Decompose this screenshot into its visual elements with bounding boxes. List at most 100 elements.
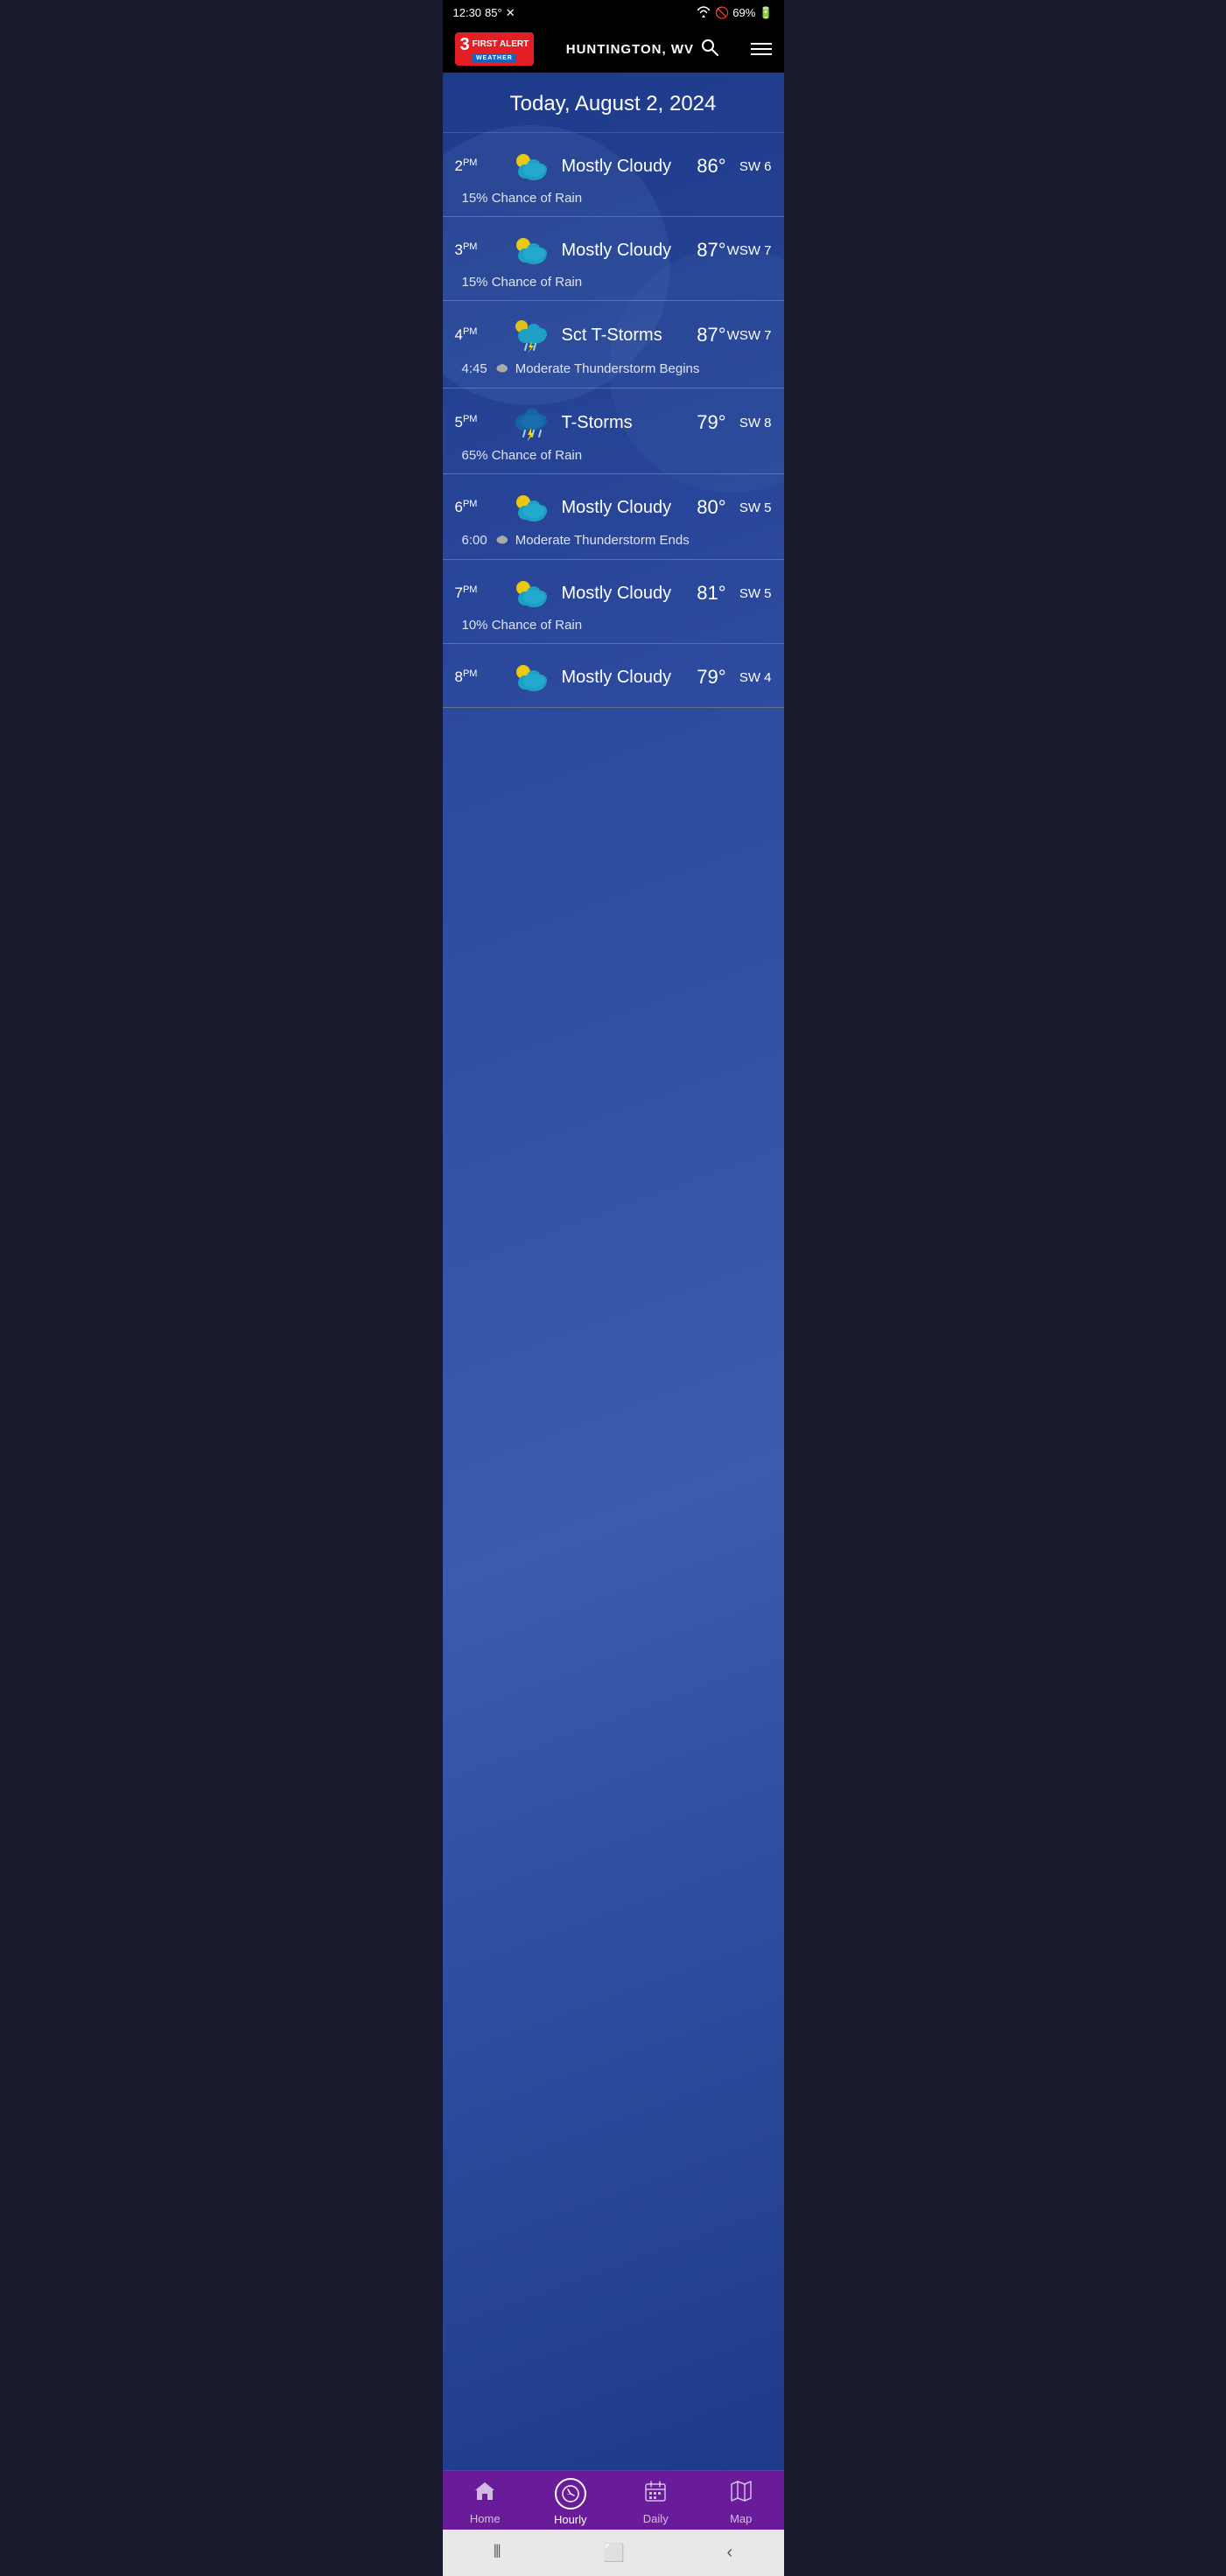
- icon-col-4: [502, 488, 558, 527]
- system-nav: ⦀ ⬜ ‹: [443, 2530, 784, 2576]
- temp-col-1: 87°: [674, 239, 726, 262]
- nav-hourly[interactable]: Hourly: [540, 2478, 601, 2526]
- icon-col-1: [502, 231, 558, 270]
- sub-time-4: 6:00: [462, 533, 487, 548]
- icon-col-3: [502, 402, 558, 443]
- condition-col-4: Mostly Cloudy: [558, 498, 674, 518]
- logo-first-alert: FIRST ALERT: [473, 40, 529, 49]
- sub-row-4: 6:00 Moderate Thunderstorm Ends: [455, 532, 772, 549]
- app-logo: 3 FIRST ALERT WEATHER: [455, 32, 535, 66]
- home-button[interactable]: ⬜: [603, 2542, 625, 2564]
- logo-number: 3: [460, 36, 470, 53]
- wind-col-1: WSW 7: [726, 243, 772, 258]
- time-col-4: 6PM: [455, 499, 502, 516]
- nav-home-label: Home: [470, 2512, 501, 2525]
- icon-col-5: [502, 574, 558, 612]
- hourly-row-5: 7PM Mostly Cloudy81°SW 510% Chance of Ra…: [443, 560, 784, 644]
- hourly-list: 2PM Mostly Cloudy86°SW 615% Chance of Ra…: [443, 133, 784, 708]
- logo-weather: WEATHER: [473, 54, 516, 62]
- wind-col-2: WSW 7: [726, 328, 772, 343]
- time-hour-5: 7: [455, 584, 463, 601]
- time-ampm-5: PM: [463, 584, 478, 595]
- time-hour-0: 2: [455, 158, 463, 174]
- icon-col-6: [502, 658, 558, 696]
- hourly-row-2: 4PM Sct T-Storms87°WSW 7 4:45 Moderate Thu…: [443, 301, 784, 388]
- temp-col-4: 80°: [674, 496, 726, 519]
- sub-row-3: 65% Chance of Rain: [455, 448, 772, 463]
- time-ampm-2: PM: [463, 326, 478, 337]
- time-ampm-4: PM: [463, 499, 478, 509]
- sub-text-1: 15% Chance of Rain: [462, 275, 583, 290]
- sub-row-1: 15% Chance of Rain: [455, 275, 772, 290]
- condition-col-1: Mostly Cloudy: [558, 241, 674, 261]
- sub-text-5: 10% Chance of Rain: [462, 618, 583, 633]
- time-col-2: 4PM: [455, 326, 502, 344]
- wind-col-0: SW 6: [726, 159, 772, 174]
- hourly-row-6: 8PM Mostly Cloudy79°SW 4: [443, 644, 784, 708]
- sub-row-2: 4:45 Moderate Thunderstorm Begins: [455, 360, 772, 377]
- time-hour-4: 6: [455, 499, 463, 515]
- condition-col-5: Mostly Cloudy: [558, 584, 674, 604]
- battery-icon: 🔋: [759, 6, 773, 20]
- sub-text-0: 15% Chance of Rain: [462, 191, 583, 206]
- sub-text-3: 65% Chance of Rain: [462, 448, 583, 463]
- time-ampm-6: PM: [463, 668, 478, 679]
- time-hour-1: 3: [455, 242, 463, 258]
- hourly-row-3: 5PM T-Storms79°SW 8 65% Chance of Rain: [443, 388, 784, 474]
- time-col-0: 2PM: [455, 158, 502, 175]
- status-temp: 85°: [485, 6, 502, 19]
- search-icon[interactable]: [701, 38, 718, 60]
- status-x-icon: ✕: [506, 6, 515, 20]
- time-hour-6: 8: [455, 668, 463, 685]
- location-text: HUNTINGTON, WV: [566, 42, 694, 57]
- hourly-row-1: 3PM Mostly Cloudy87°WSW 7 15% Chance of R…: [443, 217, 784, 301]
- home-icon: [473, 2480, 496, 2509]
- condition-col-3: T-Storms: [558, 413, 674, 433]
- sub-row-0: 15% Chance of Rain: [455, 191, 772, 206]
- nav-daily[interactable]: Daily: [625, 2480, 686, 2525]
- sub-alert-icon-4: [494, 532, 508, 549]
- condition-col-0: Mostly Cloudy: [558, 157, 674, 177]
- status-bar: 12:30 85° ✕ 🚫 69% 🔋: [443, 0, 784, 25]
- temp-col-3: 79°: [674, 411, 726, 434]
- temp-col-0: 86°: [674, 155, 726, 178]
- menu-button[interactable]: [751, 43, 772, 55]
- map-icon: [730, 2480, 753, 2509]
- wifi-icon: [696, 5, 711, 20]
- status-time: 12:30: [453, 6, 482, 19]
- temp-col-6: 79°: [674, 666, 726, 689]
- recent-apps-button[interactable]: ⦀: [494, 2543, 501, 2563]
- sub-time-2: 4:45: [462, 361, 487, 376]
- battery-pct: 69%: [732, 6, 755, 19]
- time-ampm-3: PM: [463, 414, 478, 424]
- time-col-1: 3PM: [455, 242, 502, 259]
- bottom-nav: Home Hourly D: [443, 2470, 784, 2530]
- nav-map[interactable]: Map: [711, 2480, 772, 2525]
- time-col-5: 7PM: [455, 584, 502, 602]
- condition-col-6: Mostly Cloudy: [558, 668, 674, 688]
- time-col-3: 5PM: [455, 414, 502, 431]
- no-disturb-icon: 🚫: [715, 6, 729, 20]
- sub-alert-icon-2: [494, 360, 508, 377]
- icon-col-2: [502, 315, 558, 355]
- main-content: Today, August 2, 2024 2PM Mostly Cloudy8…: [443, 73, 784, 2470]
- back-button[interactable]: ‹: [727, 2543, 733, 2563]
- daily-icon: [644, 2480, 667, 2509]
- wind-col-5: SW 5: [726, 586, 772, 601]
- nav-home[interactable]: Home: [454, 2480, 515, 2525]
- time-hour-3: 5: [455, 414, 463, 430]
- time-ampm-1: PM: [463, 242, 478, 252]
- condition-col-2: Sct T-Storms: [558, 326, 674, 346]
- sub-row-5: 10% Chance of Rain: [455, 618, 772, 633]
- status-left: 12:30 85° ✕: [453, 6, 515, 20]
- wind-col-4: SW 5: [726, 500, 772, 515]
- app-header: 3 FIRST ALERT WEATHER HUNTINGTON, WV: [443, 25, 784, 73]
- wind-col-3: SW 8: [726, 416, 772, 430]
- temp-col-2: 87°: [674, 324, 726, 346]
- time-col-6: 8PM: [455, 668, 502, 686]
- header-location: HUNTINGTON, WV: [566, 38, 718, 60]
- sub-text-2: Moderate Thunderstorm Begins: [515, 361, 700, 376]
- time-ampm-0: PM: [463, 158, 478, 168]
- sub-text-4: Moderate Thunderstorm Ends: [515, 533, 690, 548]
- date-text: Today, August 2, 2024: [510, 92, 717, 116]
